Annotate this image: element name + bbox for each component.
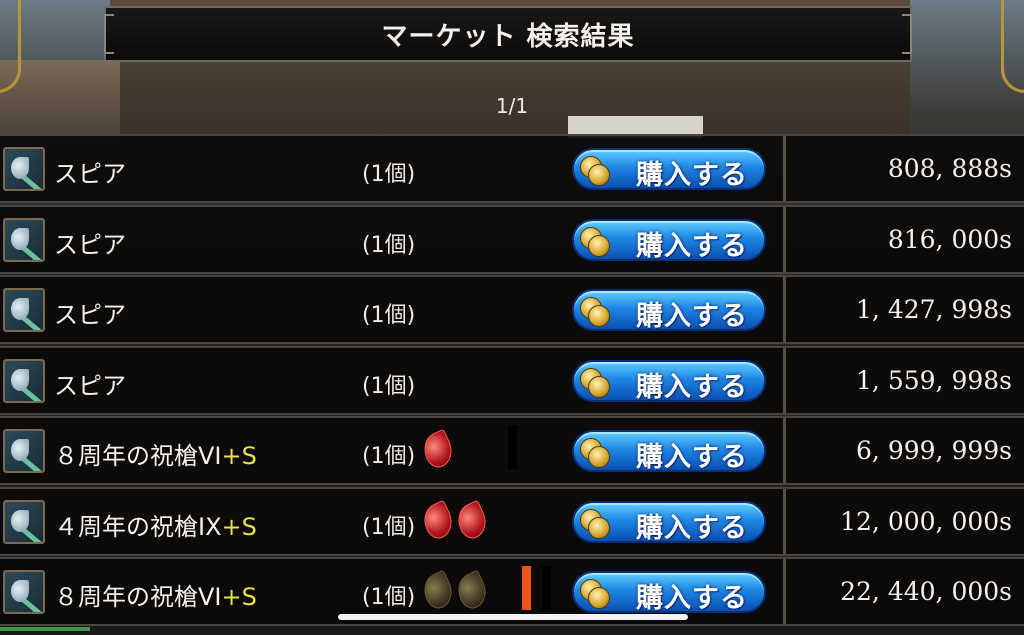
buy-button[interactable]: 購入する bbox=[572, 289, 766, 332]
listing-list: スピア (1個) 購入する 808, 888s スピア (1個) 購入する 816, 000s… bbox=[0, 134, 1024, 628]
gem-slots bbox=[418, 499, 492, 542]
dark-gem-icon bbox=[452, 569, 492, 613]
item-name-text: ８周年の祝槍VI bbox=[54, 442, 222, 470]
item-name: スピア bbox=[54, 295, 126, 330]
page-indicator: 1/1 bbox=[495, 94, 529, 118]
orange-status-bar bbox=[522, 566, 531, 610]
bottom-glow bbox=[0, 627, 90, 631]
coin-icon bbox=[580, 438, 610, 468]
item-name-text: スピア bbox=[54, 371, 126, 400]
listing-row[interactable]: スピア (1個) 購入する 1, 559, 998s bbox=[0, 345, 1024, 415]
item-price: 1, 559, 998s bbox=[856, 365, 1012, 395]
ornament-right bbox=[1001, 0, 1024, 93]
column-divider bbox=[783, 277, 786, 342]
red-gem-icon bbox=[452, 499, 492, 542]
item-price: 816, 000s bbox=[887, 224, 1012, 254]
black-status-bar bbox=[508, 425, 517, 469]
item-price: 12, 000, 000s bbox=[840, 506, 1012, 536]
black-status-bar bbox=[542, 566, 551, 610]
item-name-text: スピア bbox=[54, 230, 126, 259]
spear-icon bbox=[3, 499, 45, 544]
column-divider bbox=[783, 136, 786, 201]
title-bar: マーケット 検索結果 bbox=[104, 6, 912, 62]
spear-icon bbox=[3, 358, 45, 403]
column-divider bbox=[783, 488, 786, 554]
spear-icon bbox=[3, 147, 45, 191]
spear-icon bbox=[3, 288, 45, 332]
buy-button-label: 購入する bbox=[636, 230, 748, 262]
home-indicator[interactable] bbox=[338, 614, 688, 620]
gem-slots bbox=[418, 569, 492, 613]
buy-button-label: 購入する bbox=[636, 442, 748, 473]
item-name-text: スピア bbox=[54, 301, 126, 329]
column-divider bbox=[783, 418, 786, 483]
buy-button[interactable]: 購入する bbox=[572, 218, 766, 262]
coin-icon bbox=[580, 297, 610, 327]
item-name-text: ４周年の祝槍IX bbox=[54, 512, 222, 541]
buy-button[interactable]: 購入する bbox=[572, 148, 766, 191]
item-quantity: (1個) bbox=[362, 303, 416, 328]
item-quantity: (1個) bbox=[362, 373, 416, 399]
buy-button-label: 購入する bbox=[636, 301, 748, 332]
buy-button-label: 購入する bbox=[636, 371, 748, 403]
item-plus-grade: +S bbox=[221, 583, 257, 611]
buy-button[interactable]: 購入する bbox=[572, 500, 766, 544]
buy-button-label: 購入する bbox=[636, 512, 748, 544]
spear-icon bbox=[3, 570, 45, 614]
item-name: スピア bbox=[54, 154, 126, 189]
item-name: ８周年の祝槍VI+S bbox=[54, 436, 257, 471]
item-name: スピア bbox=[54, 225, 126, 260]
coin-icon bbox=[580, 367, 610, 398]
item-quantity: (1個) bbox=[362, 514, 416, 540]
item-quantity: (1個) bbox=[362, 585, 416, 610]
item-price: 1, 427, 998s bbox=[856, 295, 1012, 324]
dark-gem-icon bbox=[418, 569, 458, 613]
listing-row[interactable]: スピア (1個) 購入する 1, 427, 998s bbox=[0, 275, 1024, 344]
listing-row[interactable]: スピア (1個) 購入する 816, 000s bbox=[0, 204, 1024, 274]
item-quantity: (1個) bbox=[362, 444, 416, 469]
red-gem-icon bbox=[418, 428, 458, 472]
buy-button-label: 購入する bbox=[636, 583, 748, 614]
item-name: ４周年の祝槍IX+S bbox=[54, 507, 257, 542]
item-price: 808, 888s bbox=[887, 154, 1012, 183]
coin-icon bbox=[580, 226, 610, 257]
column-divider bbox=[783, 206, 786, 272]
item-name-text: スピア bbox=[54, 160, 126, 188]
column-divider bbox=[783, 559, 786, 624]
coin-icon bbox=[580, 156, 610, 186]
red-gem-icon bbox=[418, 499, 458, 542]
listing-row[interactable]: スピア (1個) 購入する 808, 888s bbox=[0, 134, 1024, 203]
buy-button[interactable]: 購入する bbox=[572, 571, 766, 614]
item-plus-grade: +S bbox=[221, 512, 257, 541]
ornament-left bbox=[0, 0, 21, 93]
item-plus-grade: +S bbox=[221, 442, 257, 470]
item-price: 22, 440, 000s bbox=[840, 577, 1012, 606]
spear-icon bbox=[3, 429, 45, 473]
buy-button[interactable]: 購入する bbox=[572, 430, 766, 473]
item-name: ８周年の祝槍VI+S bbox=[54, 577, 257, 612]
item-quantity: (1個) bbox=[362, 162, 416, 187]
gem-slots bbox=[418, 428, 458, 472]
column-divider bbox=[783, 347, 786, 413]
item-price: 6, 999, 999s bbox=[856, 436, 1012, 465]
listing-row[interactable]: ４周年の祝槍IX+S (1個) 購入する 12, 000, 000s bbox=[0, 486, 1024, 556]
spear-icon bbox=[3, 217, 45, 262]
buy-button-label: 購入する bbox=[636, 160, 748, 191]
page-title: マーケット 検索結果 bbox=[381, 21, 635, 52]
coin-icon bbox=[580, 508, 610, 539]
listing-row[interactable]: ８周年の祝槍VI+S (1個) 購入する 6, 999, 999s bbox=[0, 416, 1024, 485]
item-name: スピア bbox=[54, 366, 126, 401]
buy-button[interactable]: 購入する bbox=[572, 359, 766, 403]
coin-icon bbox=[580, 579, 610, 609]
item-name-text: ８周年の祝槍VI bbox=[54, 583, 222, 611]
item-quantity: (1個) bbox=[362, 232, 416, 258]
